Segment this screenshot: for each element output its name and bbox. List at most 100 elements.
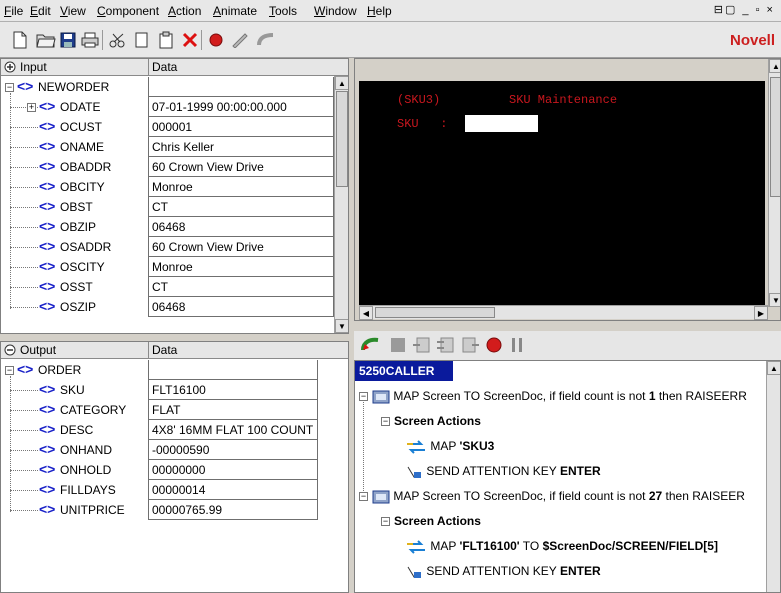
root-value-cell[interactable] [148, 360, 318, 380]
paste-icon[interactable] [156, 30, 176, 50]
print-icon[interactable] [80, 30, 100, 50]
pause-icon[interactable] [510, 336, 524, 354]
input-scrollbar[interactable]: ▲ ▼ [334, 76, 348, 333]
tree-row[interactable]: <> SKU FLT16100 [1, 380, 334, 400]
field-value[interactable]: FLT16100 [148, 380, 318, 400]
collapse-icon[interactable]: − [5, 366, 14, 375]
run-icon[interactable] [360, 336, 382, 354]
action-group-row[interactable]: − Screen Actions [381, 514, 481, 528]
menu-file[interactable]: File [4, 4, 23, 18]
menu-animate[interactable]: Animate [213, 4, 257, 18]
field-value[interactable]: 00000000 [148, 460, 318, 480]
stop-icon[interactable] [390, 337, 406, 353]
field-value[interactable]: 06468 [148, 217, 334, 237]
terminal-hscroll[interactable]: ◀ ▶ [359, 305, 768, 320]
step-into-icon[interactable] [412, 336, 432, 354]
breakpoint-icon[interactable] [485, 336, 503, 354]
field-value[interactable]: 000001 [148, 117, 334, 137]
field-value[interactable]: 07-01-1999 00:00:00.000 [148, 97, 334, 117]
save-icon[interactable] [58, 30, 78, 50]
collapse-icon[interactable]: − [359, 392, 368, 402]
field-value[interactable]: CT [148, 277, 334, 297]
action-scrollbar[interactable]: ▲ [766, 361, 780, 592]
field-value[interactable]: -00000590 [148, 440, 318, 460]
tree-row[interactable]: <> OCUST 000001 [1, 117, 334, 137]
collapse-icon[interactable]: − [381, 417, 390, 427]
menu-tools[interactable]: Tools [269, 4, 297, 18]
field-value[interactable]: 06468 [148, 297, 334, 317]
action-map-row[interactable]: − MAP Screen TO ScreenDoc, if field coun… [359, 489, 745, 504]
remove-icon[interactable] [4, 344, 16, 356]
step-out-icon[interactable] [460, 336, 480, 354]
terminal-screen[interactable]: (SKU3) SKU Maintenance SKU : [359, 81, 765, 305]
field-value[interactable]: Monroe [148, 177, 334, 197]
field-value[interactable]: FLAT [148, 400, 318, 420]
tree-row[interactable]: <> OBST CT [1, 197, 334, 217]
record-icon[interactable] [206, 30, 226, 50]
tree-row[interactable]: <> OBZIP 06468 [1, 217, 334, 237]
scroll-up-icon[interactable]: ▲ [767, 361, 780, 375]
tree-row[interactable]: + <> ODATE 07-01-1999 00:00:00.000 [1, 97, 334, 117]
tree-row[interactable]: <> OSADDR 60 Crown View Drive [1, 237, 334, 257]
menu-window[interactable]: Window [314, 4, 357, 18]
tree-row[interactable]: <> UNITPRICE 00000765.99 [1, 500, 334, 520]
terminal-sku-field[interactable] [465, 115, 538, 132]
tree-root[interactable]: − <> ORDER [1, 360, 334, 380]
field-value[interactable]: 00000765.99 [148, 500, 318, 520]
collapse-icon[interactable]: − [381, 517, 390, 527]
scroll-up-icon[interactable]: ▲ [335, 76, 348, 90]
field-value[interactable]: Chris Keller [148, 137, 334, 157]
scroll-left-icon[interactable]: ◀ [359, 306, 373, 320]
scroll-thumb[interactable] [375, 307, 495, 318]
field-value[interactable]: 00000014 [148, 480, 318, 500]
new-file-icon[interactable] [10, 30, 30, 50]
expand-icon[interactable]: + [27, 103, 36, 112]
tree-row[interactable]: <> OBCITY Monroe [1, 177, 334, 197]
action-key-row[interactable]: SEND ATTENTION KEY ENTER [405, 464, 601, 479]
tree-row[interactable]: <> OSST CT [1, 277, 334, 297]
scroll-thumb[interactable] [336, 91, 348, 187]
menu-view[interactable]: View [60, 4, 86, 18]
scroll-down-icon[interactable]: ▼ [335, 319, 348, 333]
action-mapfield-row[interactable]: MAP 'SKU3 [405, 439, 494, 454]
connect-icon[interactable] [256, 30, 276, 50]
scroll-down-icon[interactable]: ▼ [769, 293, 780, 307]
menu-help[interactable]: Help [367, 4, 392, 18]
field-value[interactable]: 4X8' 16MM FLAT 100 COUNT [148, 420, 318, 440]
menu-component[interactable]: Component [97, 4, 159, 18]
column-divider[interactable] [148, 59, 149, 76]
tree-row[interactable]: <> CATEGORY FLAT [1, 400, 334, 420]
action-key-row[interactable]: SEND ATTENTION KEY ENTER [405, 564, 601, 579]
field-value[interactable]: Monroe [148, 257, 334, 277]
field-value[interactable]: 60 Crown View Drive [148, 237, 334, 257]
collapse-icon[interactable]: − [5, 83, 14, 92]
add-icon[interactable] [4, 61, 16, 73]
step-over-icon[interactable] [436, 336, 456, 354]
scroll-thumb[interactable] [770, 77, 780, 197]
tree-row[interactable]: <> OSZIP 06468 [1, 297, 334, 317]
tree-row[interactable]: <> ONAME Chris Keller [1, 137, 334, 157]
window-controls[interactable]: ⊟▢ _ ▫ × [714, 3, 775, 16]
column-divider[interactable] [148, 342, 149, 359]
action-group-row[interactable]: − Screen Actions [381, 414, 481, 428]
scroll-up-icon[interactable]: ▲ [769, 59, 780, 73]
menu-action[interactable]: Action [168, 4, 201, 18]
open-folder-icon[interactable] [36, 30, 56, 50]
tree-row[interactable]: <> OSCITY Monroe [1, 257, 334, 277]
terminal-vscroll[interactable]: ▲ ▼ [768, 59, 780, 307]
tree-row[interactable]: <> ONHOLD 00000000 [1, 460, 334, 480]
cut-icon[interactable] [108, 30, 128, 50]
delete-icon[interactable] [180, 30, 200, 50]
tree-row[interactable]: <> DESC 4X8' 16MM FLAT 100 COUNT [1, 420, 334, 440]
tree-row[interactable]: <> ONHAND -00000590 [1, 440, 334, 460]
menu-edit[interactable]: Edit [30, 4, 51, 18]
scroll-right-icon[interactable]: ▶ [754, 306, 768, 320]
field-value[interactable]: 60 Crown View Drive [148, 157, 334, 177]
root-value-cell[interactable] [148, 77, 334, 97]
animate-icon[interactable] [230, 30, 250, 50]
tree-root[interactable]: − <> NEWORDER [1, 77, 334, 97]
tree-row[interactable]: <> OBADDR 60 Crown View Drive [1, 157, 334, 177]
field-value[interactable]: CT [148, 197, 334, 217]
tree-row[interactable]: <> FILLDAYS 00000014 [1, 480, 334, 500]
copy-icon[interactable] [132, 30, 152, 50]
